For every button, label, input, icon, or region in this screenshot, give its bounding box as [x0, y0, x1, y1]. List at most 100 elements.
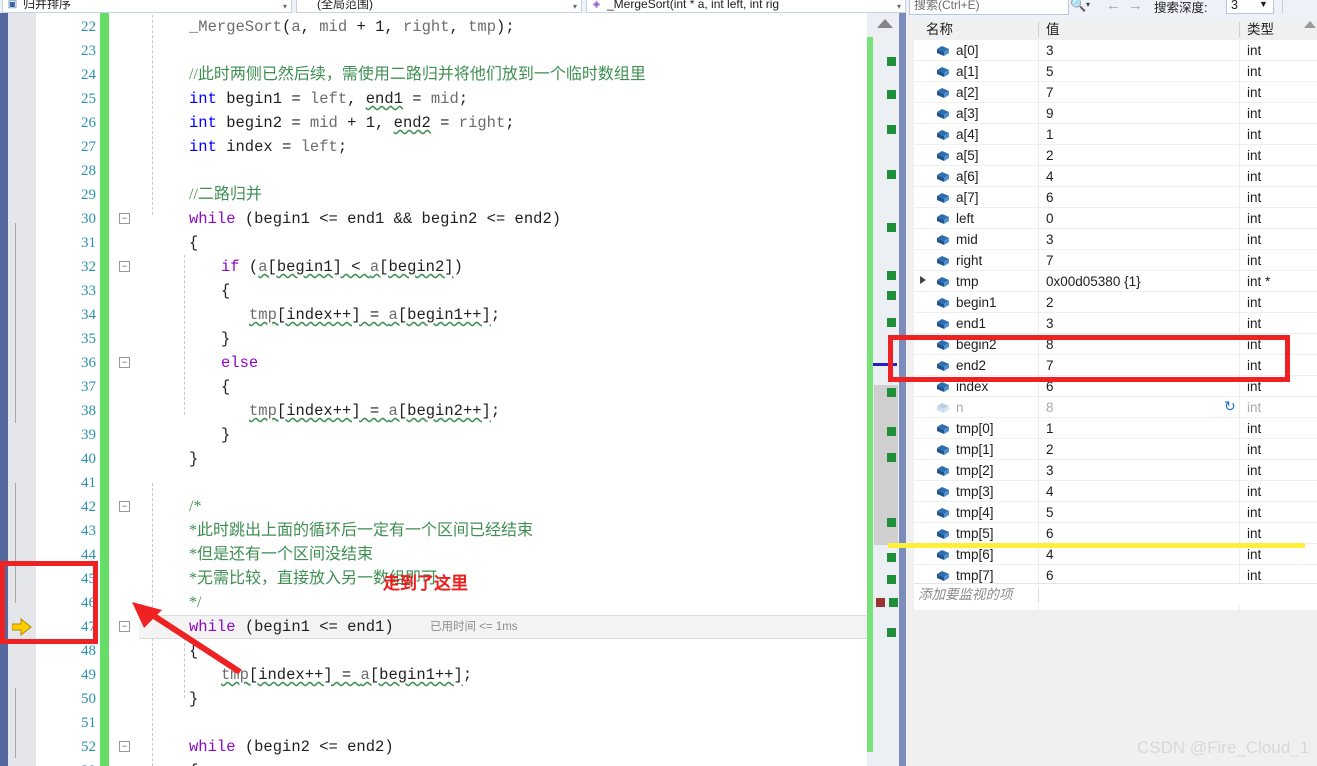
search-icon[interactable]: 🔍: [1070, 0, 1086, 13]
code-line[interactable]: tmp[index++] = a[begin1++];: [249, 303, 500, 327]
code-line[interactable]: int begin1 = left, end1 = mid;: [189, 87, 468, 111]
watch-row[interactable]: tmp[0] 1 int: [914, 418, 1317, 439]
scrollbar-marker: [887, 575, 896, 584]
watch-row[interactable]: a[6] 4 int: [914, 166, 1317, 187]
watch-row[interactable]: tmp[4] 5 int: [914, 502, 1317, 523]
watch-variable-value[interactable]: 1: [1046, 418, 1054, 439]
header-divider[interactable]: [1038, 22, 1039, 37]
code-line[interactable]: //二路归并: [189, 183, 262, 207]
code-line[interactable]: }: [189, 687, 198, 711]
search-options-chevron-icon[interactable]: ▾: [1086, 0, 1090, 9]
watch-row[interactable]: a[2] 7 int: [914, 82, 1317, 103]
watch-variable-value[interactable]: 0x00d05380 {1}: [1046, 271, 1141, 292]
watch-variable-value[interactable]: 2: [1046, 439, 1054, 460]
line-number: 36: [81, 355, 96, 371]
code-line[interactable]: *此时跳出上面的循环后一定有一个区间已经结束: [189, 519, 533, 543]
watch-row[interactable]: tmp[5] 6 int: [914, 523, 1317, 544]
watch-variable-value[interactable]: 3: [1046, 313, 1054, 334]
watch-row[interactable]: a[3] 9 int: [914, 103, 1317, 124]
code-line[interactable]: {: [189, 759, 198, 766]
watch-variable-value[interactable]: 6: [1046, 187, 1054, 208]
watch-row[interactable]: a[4] 1 int: [914, 124, 1317, 145]
scope-selector[interactable]: (全局范围) ▾: [296, 0, 582, 13]
watch-row[interactable]: begin1 2 int: [914, 292, 1317, 313]
fold-toggle[interactable]: −: [119, 741, 130, 752]
code-line[interactable]: }: [221, 327, 230, 351]
fold-toggle[interactable]: −: [119, 357, 130, 368]
column-header-value[interactable]: 值: [1046, 19, 1060, 40]
code-line[interactable]: *但是还有一个区间没结束: [189, 543, 373, 567]
watch-variable-value[interactable]: 3: [1046, 229, 1054, 250]
watch-rows[interactable]: a[0] 3 int a[1] 5 int a[2] 7 int a[3] 9 int a[4] 1 int…: [914, 40, 1317, 610]
nav-back-icon[interactable]: ←: [1106, 0, 1121, 14]
header-divider[interactable]: [1239, 22, 1240, 37]
watch-row[interactable]: tmp[3] 4 int: [914, 481, 1317, 502]
watch-variable-value[interactable]: 6: [1046, 523, 1054, 544]
watch-variable-value[interactable]: 4: [1046, 166, 1054, 187]
column-header-type[interactable]: 类型: [1247, 19, 1274, 40]
watch-row[interactable]: end1 3 int: [914, 313, 1317, 334]
toolbar-divider: [1282, 0, 1283, 13]
watch-row[interactable]: n 8 ↻ int: [914, 397, 1317, 418]
watch-row[interactable]: a[7] 6 int: [914, 187, 1317, 208]
code-line[interactable]: }: [221, 423, 230, 447]
column-header-name[interactable]: 名称: [926, 19, 953, 40]
scroll-up-icon[interactable]: [1304, 21, 1316, 28]
watch-variable-name: a[4]: [956, 127, 979, 142]
search-input[interactable]: 搜索(Ctrl+E): [909, 0, 1069, 15]
code-line[interactable]: _MergeSort(a, mid + 1, right, tmp);: [189, 15, 515, 39]
code-line[interactable]: }: [189, 447, 198, 471]
code-line[interactable]: tmp[index++] = a[begin2++];: [249, 399, 500, 423]
watch-variable-value[interactable]: 8: [1046, 397, 1054, 418]
project-selector[interactable]: ▣ 归并排序 ▾: [2, 0, 292, 13]
watch-variable-value[interactable]: 1: [1046, 124, 1054, 145]
watch-variable-value[interactable]: 2: [1046, 145, 1054, 166]
code-line[interactable]: while (begin2 <= end2): [189, 735, 394, 759]
code-line[interactable]: int begin2 = mid + 1, end2 = right;: [189, 111, 515, 135]
watch-variable-value[interactable]: 7: [1046, 250, 1054, 271]
watch-variable-value[interactable]: 4: [1046, 481, 1054, 502]
fold-toggle[interactable]: −: [119, 261, 130, 272]
watch-variable-value[interactable]: 5: [1046, 502, 1054, 523]
function-selector[interactable]: ◈ _MergeSort(int * a, int left, int rig …: [586, 0, 906, 13]
code-line[interactable]: /*: [189, 495, 201, 519]
watch-row[interactable]: right 7 int: [914, 250, 1317, 271]
fold-toggle[interactable]: −: [119, 213, 130, 224]
watch-row[interactable]: tmp 0x00d05380 {1} int *: [914, 271, 1317, 292]
search-depth-select[interactable]: 3 ▼: [1226, 0, 1274, 14]
watch-variable-value[interactable]: 9: [1046, 103, 1054, 124]
add-watch-row[interactable]: 添加要监视的项: [914, 583, 1317, 606]
watch-variable-value[interactable]: 3: [1046, 460, 1054, 481]
nav-forward-icon[interactable]: →: [1128, 0, 1143, 14]
watch-row[interactable]: a[1] 5 int: [914, 61, 1317, 82]
breakpoint-gutter[interactable]: [8, 13, 36, 766]
watch-row[interactable]: a[0] 3 int: [914, 40, 1317, 61]
fold-toggle[interactable]: −: [119, 501, 130, 512]
code-line[interactable]: {: [221, 279, 230, 303]
code-line[interactable]: tmp[index++] = a[begin1++];: [221, 663, 472, 687]
code-line[interactable]: {: [221, 375, 230, 399]
watch-variable-value[interactable]: 5: [1046, 61, 1054, 82]
code-line[interactable]: int index = left;: [189, 135, 347, 159]
watch-variable-value[interactable]: 0: [1046, 208, 1054, 229]
code-line[interactable]: if (a[begin1] < a[begin2]): [221, 255, 463, 279]
expand-chevron-icon[interactable]: [920, 276, 926, 284]
function-selector-label: _MergeSort(int * a, int left, int rig: [607, 0, 780, 11]
watch-variable-value[interactable]: 2: [1046, 292, 1054, 313]
scroll-up-icon[interactable]: [877, 19, 893, 28]
watch-variable-value[interactable]: 7: [1046, 82, 1054, 103]
code-line[interactable]: else: [221, 351, 258, 375]
code-line[interactable]: {: [189, 231, 198, 255]
editor-scrollbar[interactable]: [867, 13, 908, 766]
watch-row[interactable]: tmp[1] 2 int: [914, 439, 1317, 460]
code-line[interactable]: //此时两侧已然后续，需使用二路归并将他们放到一个临时数组里: [189, 63, 646, 87]
variable-icon: [936, 212, 950, 224]
code-line[interactable]: while (begin1 <= end1 && begin2 <= end2): [189, 207, 561, 231]
watch-variable-value[interactable]: 3: [1046, 40, 1054, 61]
refresh-icon[interactable]: ↻: [1224, 398, 1236, 415]
watch-row[interactable]: a[5] 2 int: [914, 145, 1317, 166]
fold-toggle[interactable]: −: [119, 621, 130, 632]
watch-row[interactable]: tmp[2] 3 int: [914, 460, 1317, 481]
watch-row[interactable]: mid 3 int: [914, 229, 1317, 250]
watch-row[interactable]: left 0 int: [914, 208, 1317, 229]
